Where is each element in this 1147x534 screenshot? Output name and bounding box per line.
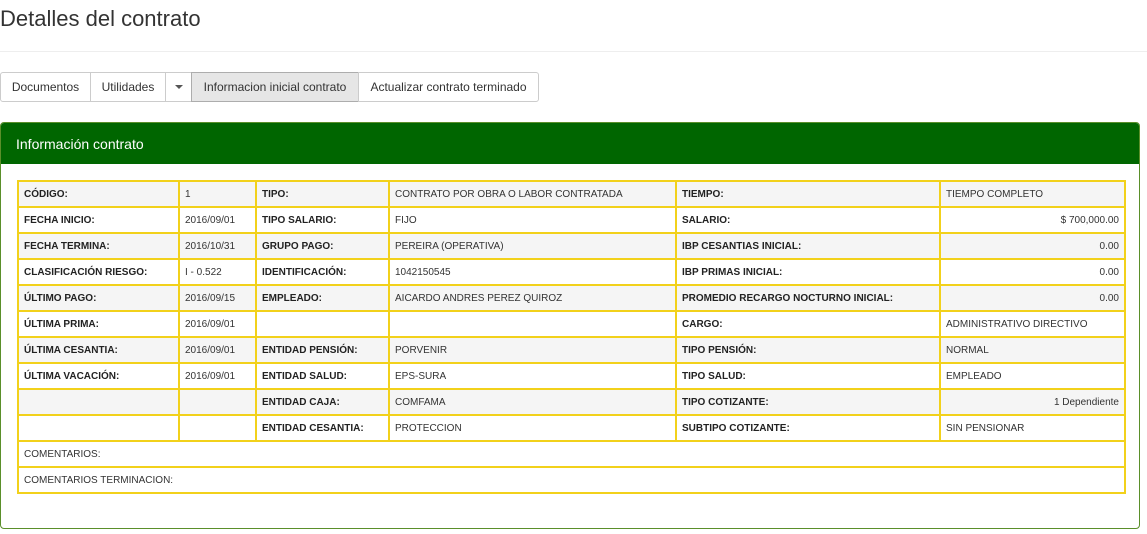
field-value: ADMINISTRATIVO DIRECTIVO [939,310,1126,338]
field-value: NORMAL [939,336,1126,364]
field-value: 2016/09/01 [178,310,257,338]
field-value [178,414,257,442]
field-label: TIPO SALUD: [675,362,941,390]
table-row: ENTIDAD CESANTIA: PROTECCION SUBTIPO COTIZ… [17,414,1126,442]
field-value [178,388,257,416]
table-row: CÓDIGO: 1 TIPO: CONTRATO POR OBRA O LABOR C… [17,180,1126,208]
field-value: SIN PENSIONAR [939,414,1126,442]
field-value: 0.00 [939,284,1126,312]
field-value: 1 [178,180,257,208]
field-label: SALARIO: [675,206,941,234]
field-label [255,310,390,338]
documentos-button[interactable]: Documentos [0,72,91,102]
field-label: ÚLTIMO PAGO: [17,284,180,312]
field-label: IBP CESANTIAS INICIAL: [675,232,941,260]
informacion-inicial-contrato-button[interactable]: Informacion inicial contrato [191,72,359,102]
field-label: EMPLEADO: [255,284,390,312]
field-value: 0.00 [939,258,1126,286]
table-row: FECHA INICIO: 2016/09/01 TIPO SALARIO: FIJO… [17,206,1126,234]
field-label: ENTIDAD SALUD: [255,362,390,390]
field-value: AICARDO ANDRES PEREZ QUIROZ [388,284,677,312]
field-label: ÚLTIMA VACACIÓN: [17,362,180,390]
field-value: $ 700,000.00 [939,206,1126,234]
field-label: CARGO: [675,310,941,338]
field-label: TIPO: [255,180,390,208]
toolbar: Documentos Utilidades Informacion inicia… [0,72,539,102]
table-row: ÚLTIMA CESANTIA: 2016/09/01 ENTIDAD PENSIÓ… [17,336,1126,364]
field-value: COMFAMA [388,388,677,416]
field-value: 2016/09/01 [178,362,257,390]
field-value: 0.00 [939,232,1126,260]
table-row: ENTIDAD CAJA: COMFAMA TIPO COTIZANTE: 1 Dep… [17,388,1126,416]
field-value: EPS-SURA [388,362,677,390]
table-row: FECHA TERMINA: 2016/10/31 GRUPO PAGO: PEREI… [17,232,1126,260]
field-value: EMPLEADO [939,362,1126,390]
title-divider [0,51,1147,52]
page-title: Detalles del contrato [0,6,201,31]
field-label: TIPO COTIZANTE: [675,388,941,416]
table-row: ÚLTIMA VACACIÓN: 2016/09/01 ENTIDAD SALUD:… [17,362,1126,390]
contract-info-panel: Información contrato CÓDIGO: 1 TIPO: CONTRA… [0,122,1140,529]
field-label: CÓDIGO: [17,180,180,208]
utilidades-button[interactable]: Utilidades [90,72,166,102]
field-value: 2016/10/31 [178,232,257,260]
field-label [17,388,180,416]
field-label: ENTIDAD PENSIÓN: [255,336,390,364]
comentarios-terminacion-label: COMENTARIOS TERMINACION: [17,466,1126,494]
field-value: CONTRATO POR OBRA O LABOR CONTRATADA [388,180,677,208]
field-label: ÚLTIMA CESANTIA: [17,336,180,364]
table-row: ÚLTIMA PRIMA: 2016/09/01 CARGO: ADMINISTRAT… [17,310,1126,338]
field-value [388,310,677,338]
field-value: 1042150545 [388,258,677,286]
field-value: PORVENIR [388,336,677,364]
field-label: PROMEDIO RECARGO NOCTURNO INICIAL: [675,284,941,312]
comentarios-label: COMENTARIOS: [17,440,1126,468]
panel-title: Información contrato [1,123,1139,164]
field-label: GRUPO PAGO: [255,232,390,260]
field-label: ÚLTIMA PRIMA: [17,310,180,338]
field-label: IBP PRIMAS INICIAL: [675,258,941,286]
field-value: 2016/09/01 [178,336,257,364]
field-label: SUBTIPO COTIZANTE: [675,414,941,442]
field-label: FECHA INICIO: [17,206,180,234]
field-label: ENTIDAD CESANTIA: [255,414,390,442]
field-value: FIJO [388,206,677,234]
field-label: TIEMPO: [675,180,941,208]
field-label: ENTIDAD CAJA: [255,388,390,416]
utilidades-dropdown-toggle[interactable] [165,72,192,102]
field-value: I - 0.522 [178,258,257,286]
table-row: CLASIFICACIÓN RIESGO: I - 0.522 IDENTIFICA… [17,258,1126,286]
table-row: ÚLTIMO PAGO: 2016/09/15 EMPLEADO: AICARDO A… [17,284,1126,312]
field-value: PROTECCION [388,414,677,442]
field-label: TIPO PENSIÓN: [675,336,941,364]
field-value: 2016/09/01 [178,206,257,234]
field-label: TIPO SALARIO: [255,206,390,234]
field-label: IDENTIFICACIÓN: [255,258,390,286]
field-label: CLASIFICACIÓN RIESGO: [17,258,180,286]
field-value: TIEMPO COMPLETO [939,180,1126,208]
field-value: 2016/09/15 [178,284,257,312]
actualizar-contrato-terminado-button[interactable]: Actualizar contrato terminado [358,72,539,102]
field-label: FECHA TERMINA: [17,232,180,260]
contract-info-table: CÓDIGO: 1 TIPO: CONTRATO POR OBRA O LABOR C… [17,180,1126,494]
caret-down-icon [174,85,183,89]
field-value: 1 Dependiente [939,388,1126,416]
field-value: PEREIRA (OPERATIVA) [388,232,677,260]
field-label [17,414,180,442]
